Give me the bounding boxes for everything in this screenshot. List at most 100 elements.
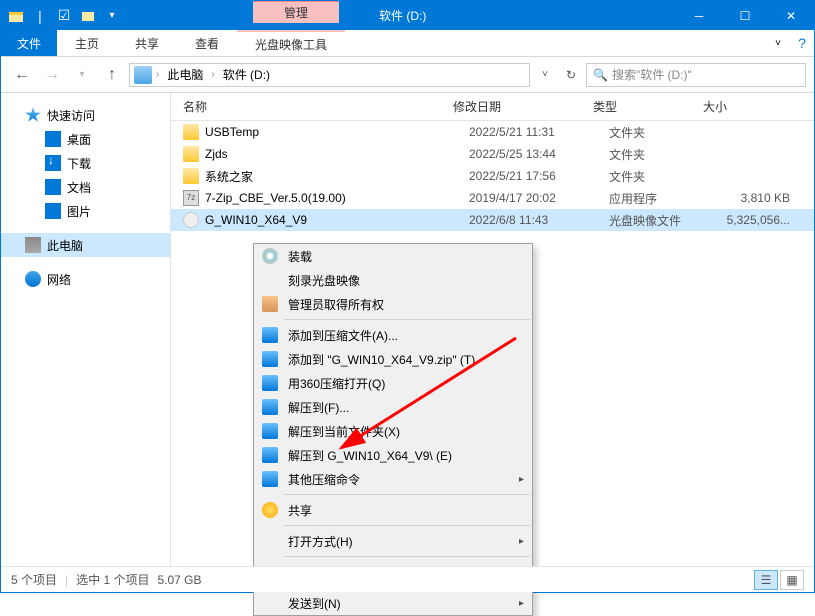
search-icon: 🔍 — [593, 68, 608, 82]
up-button[interactable]: ↑ — [99, 62, 125, 88]
context-send-to[interactable]: 发送到(N) — [254, 591, 532, 615]
archive-icon — [262, 447, 278, 463]
forward-button[interactable]: → — [39, 62, 65, 88]
refresh-button[interactable]: ↻ — [560, 64, 582, 86]
file-row-selected[interactable]: G_WIN10_X64_V9 2022/6/8 11:43 光盘映像文件 5,3… — [171, 209, 814, 231]
disc-icon — [262, 248, 278, 264]
folder-icon — [183, 124, 199, 140]
file-tab[interactable]: 文件 — [1, 30, 57, 56]
context-mount[interactable]: 装载 — [254, 244, 532, 268]
sidebar-desktop[interactable]: 桌面 — [1, 127, 170, 151]
back-button[interactable]: ← — [9, 62, 35, 88]
menu-separator — [284, 319, 530, 320]
context-burn[interactable]: 刻录光盘映像 — [254, 268, 532, 292]
new-folder-icon[interactable] — [77, 5, 99, 27]
drive-icon — [134, 66, 152, 84]
home-tab[interactable]: 主页 — [57, 30, 117, 56]
column-name[interactable]: 名称 — [183, 98, 453, 115]
context-menu: 装载 刻录光盘映像 管理员取得所有权 添加到压缩文件(A)... 添加到 "G_… — [253, 243, 533, 616]
ribbon-tabs: 文件 主页 共享 查看 光盘映像工具 ˅ ? — [1, 30, 814, 57]
qat-dropdown-icon[interactable]: ▾ — [101, 5, 123, 27]
icons-view-button[interactable]: ▦ — [780, 570, 804, 590]
view-tab[interactable]: 查看 — [177, 30, 237, 56]
column-modified[interactable]: 修改日期 — [453, 98, 593, 115]
sidebar-this-pc[interactable]: 此电脑 — [1, 233, 170, 257]
search-box[interactable]: 🔍 搜索"软件 (D:)" — [586, 63, 806, 87]
column-type[interactable]: 类型 — [593, 98, 703, 115]
column-size[interactable]: 大小 — [703, 98, 814, 115]
image-icon — [45, 203, 61, 219]
archive-icon — [262, 399, 278, 415]
quick-access-toolbar: | ☑ ▾ — [1, 1, 123, 30]
minimize-button[interactable]: ─ — [676, 1, 722, 30]
file-row[interactable]: 系统之家 2022/5/21 17:56 文件夹 — [171, 165, 814, 187]
status-size: 5.07 GB — [157, 573, 201, 587]
folder-icon — [183, 146, 199, 162]
archive-icon: 7z — [183, 190, 199, 206]
document-icon — [45, 179, 61, 195]
folder-icon — [183, 168, 199, 184]
breadcrumb-this-pc[interactable]: 此电脑 — [163, 66, 207, 83]
sidebar-documents[interactable]: 文档 — [1, 175, 170, 199]
context-share[interactable]: 共享 — [254, 498, 532, 522]
status-bar: 5 个项目 | 选中 1 个项目 5.07 GB ☰ ▦ — [1, 566, 814, 592]
star-icon — [25, 107, 41, 123]
breadcrumb-location[interactable]: 软件 (D:) — [219, 66, 274, 83]
breadcrumb[interactable]: › 此电脑 › 软件 (D:) — [129, 63, 530, 87]
context-other-archive[interactable]: 其他压缩命令 — [254, 467, 532, 491]
context-open-360[interactable]: 用360压缩打开(Q) — [254, 371, 532, 395]
ribbon-context-label: 管理 — [253, 1, 339, 23]
search-placeholder: 搜索"软件 (D:)" — [612, 66, 692, 83]
context-extract-named[interactable]: 解压到 G_WIN10_X64_V9\ (E) — [254, 443, 532, 467]
close-button[interactable]: ✕ — [768, 1, 814, 30]
share-icon — [262, 502, 278, 518]
context-extract-to[interactable]: 解压到(F)... — [254, 395, 532, 419]
archive-icon — [262, 471, 278, 487]
sidebar-downloads[interactable]: 下载 — [1, 151, 170, 175]
details-view-button[interactable]: ☰ — [754, 570, 778, 590]
breadcrumb-sep[interactable]: › — [211, 69, 214, 80]
column-headers: 名称 修改日期 类型 大小 — [171, 93, 814, 121]
address-bar: ← → ▾ ↑ › 此电脑 › 软件 (D:) ˅ ↻ 🔍 搜索"软件 (D:)… — [1, 57, 814, 93]
file-row[interactable]: Zjds 2022/5/25 13:44 文件夹 — [171, 143, 814, 165]
archive-icon — [262, 351, 278, 367]
disc-image-tools-tab[interactable]: 光盘映像工具 — [237, 30, 345, 56]
address-dropdown-icon[interactable]: ˅ — [534, 64, 556, 86]
help-icon[interactable]: ? — [790, 30, 814, 56]
recent-dropdown-icon[interactable]: ▾ — [69, 62, 95, 88]
context-add-zip[interactable]: 添加到 "G_WIN10_X64_V9.zip" (T) — [254, 347, 532, 371]
breadcrumb-sep[interactable]: › — [156, 69, 159, 80]
maximize-button[interactable]: ☐ — [722, 1, 768, 30]
users-icon — [262, 296, 278, 312]
window-controls: ─ ☐ ✕ — [676, 1, 814, 30]
share-tab[interactable]: 共享 — [117, 30, 177, 56]
sidebar-quick-access[interactable]: 快速访问 — [1, 103, 170, 127]
status-item-count: 5 个项目 — [11, 571, 57, 588]
properties-icon[interactable]: ☑ — [53, 5, 75, 27]
menu-separator — [284, 525, 530, 526]
pc-icon — [25, 237, 41, 253]
sidebar-network[interactable]: 网络 — [1, 267, 170, 291]
menu-separator — [284, 556, 530, 557]
iso-icon — [183, 212, 199, 228]
network-icon — [25, 271, 41, 287]
desktop-icon — [45, 131, 61, 147]
folder-icon — [5, 5, 27, 27]
navigation-pane: 快速访问 桌面 下载 文档 图片 此电脑 网络 — [1, 93, 171, 568]
titlebar: | ☑ ▾ 管理 软件 (D:) ─ ☐ ✕ — [1, 1, 814, 30]
menu-separator — [284, 494, 530, 495]
context-extract-here[interactable]: 解压到当前文件夹(X) — [254, 419, 532, 443]
file-row[interactable]: 7z 7-Zip_CBE_Ver.5.0(19.00) 2019/4/17 20… — [171, 187, 814, 209]
ribbon-collapse-icon[interactable]: ˅ — [766, 30, 790, 56]
download-icon — [45, 155, 61, 171]
context-admin[interactable]: 管理员取得所有权 — [254, 292, 532, 316]
qat-separator: | — [29, 5, 51, 27]
context-add-archive[interactable]: 添加到压缩文件(A)... — [254, 323, 532, 347]
archive-icon — [262, 375, 278, 391]
sidebar-pictures[interactable]: 图片 — [1, 199, 170, 223]
window-title: 软件 (D:) — [339, 1, 676, 30]
file-row[interactable]: USBTemp 2022/5/21 11:31 文件夹 — [171, 121, 814, 143]
archive-icon — [262, 423, 278, 439]
status-selection: 选中 1 个项目 — [76, 571, 149, 588]
context-open-with[interactable]: 打开方式(H) — [254, 529, 532, 553]
